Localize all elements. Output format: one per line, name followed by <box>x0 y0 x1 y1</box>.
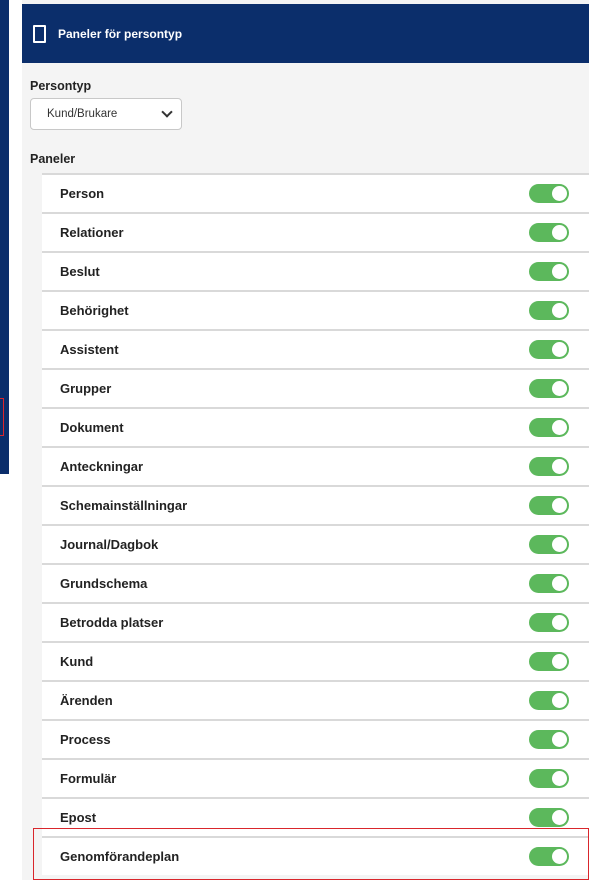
panel-row-label: Kund <box>60 654 94 669</box>
panel-list: Person Relationer Beslut Behörighet Assisten… <box>42 173 589 875</box>
panel-row: Person <box>42 173 589 212</box>
panel-toggle[interactable] <box>529 730 569 749</box>
toggle-knob <box>552 420 567 435</box>
persontyp-label: Persontyp <box>30 79 92 93</box>
panel-row-label: Dokument <box>60 420 124 435</box>
toggle-knob <box>552 225 567 240</box>
panel-row: Grupper <box>42 368 589 407</box>
toggle-knob <box>552 732 567 747</box>
panel-row: Grundschema <box>42 563 589 602</box>
mobile-device-icon <box>33 24 46 43</box>
panel-toggle[interactable] <box>529 691 569 710</box>
panel-row-label: Formulär <box>60 771 117 786</box>
toggle-knob <box>552 537 567 552</box>
paneler-label: Paneler <box>30 152 76 166</box>
panel-toggle[interactable] <box>529 613 569 632</box>
panel-settings: Paneler för persontyp Persontyp Kund/Bru… <box>22 0 589 880</box>
panel-row: Epost <box>42 797 589 836</box>
panel-row: Journal/Dagbok <box>42 524 589 563</box>
panel-row-label: Ärenden <box>60 693 113 708</box>
panel-toggle[interactable] <box>529 418 569 437</box>
panel-row-label: Journal/Dagbok <box>60 537 159 552</box>
persontyp-select[interactable]: Kund/Brukare <box>30 98 182 130</box>
panel-row: Betrodda platser <box>42 602 589 641</box>
toggle-knob <box>552 654 567 669</box>
persontyp-select-value: Kund/Brukare <box>47 108 118 120</box>
panel-row: Relationer <box>42 212 589 251</box>
panel-toggle[interactable] <box>529 223 569 242</box>
panel-row: Beslut <box>42 251 589 290</box>
panel-row: Kund <box>42 641 589 680</box>
toggle-knob <box>552 381 567 396</box>
sidebar-highlight-mark <box>0 398 4 436</box>
toggle-knob <box>552 303 567 318</box>
panel-row: Behörighet <box>42 290 589 329</box>
toggle-knob <box>552 849 567 864</box>
panel-toggle[interactable] <box>529 184 569 203</box>
panel-title: Paneler för persontyp <box>58 26 183 41</box>
panel-row: Anteckningar <box>42 446 589 485</box>
toggle-knob <box>552 459 567 474</box>
panel-row-label: Grupper <box>60 381 112 396</box>
toggle-knob <box>552 186 567 201</box>
panel-toggle[interactable] <box>529 340 569 359</box>
toggle-knob <box>552 810 567 825</box>
toggle-knob <box>552 264 567 279</box>
panel-toggle[interactable] <box>529 496 569 515</box>
panel-row-label: Schemainställningar <box>60 498 188 513</box>
panel-row-label: Behörighet <box>60 303 129 318</box>
panel-row: Schemainställningar <box>42 485 589 524</box>
chevron-down-icon <box>161 106 173 118</box>
toggle-knob <box>552 771 567 786</box>
toggle-knob <box>552 693 567 708</box>
panel-row: Assistent <box>42 329 589 368</box>
panel-row: Ärenden <box>42 680 589 719</box>
panel-toggle[interactable] <box>529 262 569 281</box>
panel-row-label: Person <box>60 186 105 201</box>
panel-row-label: Grundschema <box>60 576 148 591</box>
panel-toggle[interactable] <box>529 379 569 398</box>
panel-row-label: Process <box>60 732 111 747</box>
panel-toggle[interactable] <box>529 301 569 320</box>
panel-toggle[interactable] <box>529 652 569 671</box>
panel-row: Formulär <box>42 758 589 797</box>
panel-toggle[interactable] <box>529 808 569 827</box>
toggle-knob <box>552 342 567 357</box>
panel-row-label: Beslut <box>60 264 100 279</box>
panel-row: Genomförandeplan <box>42 836 589 875</box>
panel-row: Dokument <box>42 407 589 446</box>
toggle-knob <box>552 498 567 513</box>
panel-toggle[interactable] <box>529 574 569 593</box>
panel-row-label: Epost <box>60 810 97 825</box>
toggle-knob <box>552 615 567 630</box>
panel-row-label: Assistent <box>60 342 119 357</box>
panel-row-label: Genomförandeplan <box>60 849 180 864</box>
panel-header: Paneler för persontyp <box>22 4 589 63</box>
panel-row-label: Betrodda platser <box>60 615 164 630</box>
toggle-knob <box>552 576 567 591</box>
panel-row: Process <box>42 719 589 758</box>
panel-toggle[interactable] <box>529 769 569 788</box>
panel-toggle[interactable] <box>529 535 569 554</box>
panel-toggle[interactable] <box>529 457 569 476</box>
panel-toggle[interactable] <box>529 847 569 866</box>
panel-row-label: Relationer <box>60 225 124 240</box>
panel-row-label: Anteckningar <box>60 459 144 474</box>
